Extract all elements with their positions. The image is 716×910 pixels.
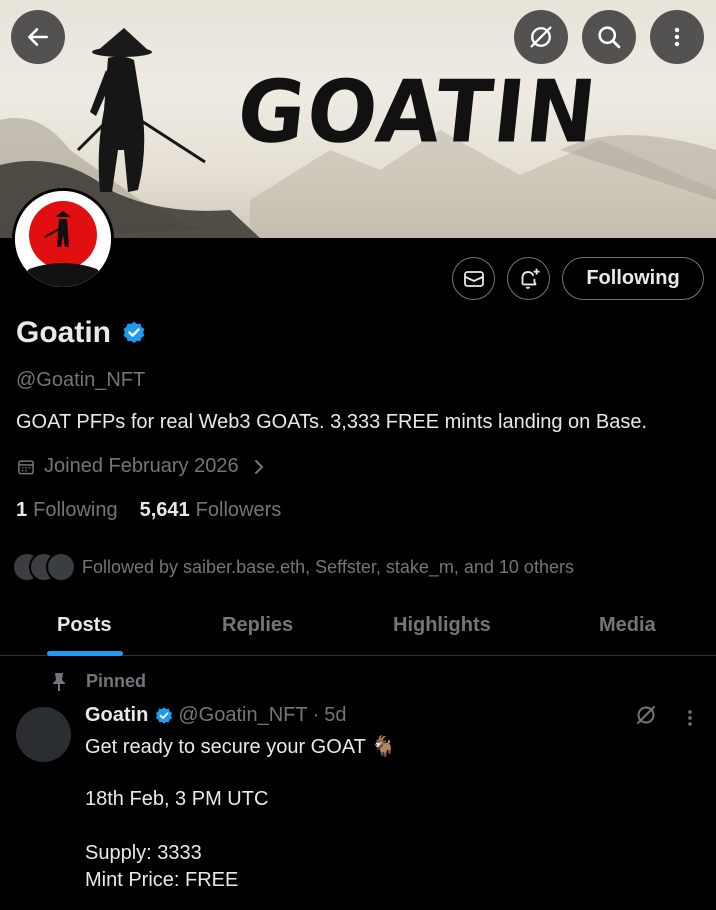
post-text-line: Get ready to secure your GOAT 🐐: [85, 736, 396, 758]
profile-bio: GOAT PFPs for real Web3 GOATs. 3,333 FRE…: [16, 411, 648, 433]
calendar-icon: [16, 457, 36, 477]
bell-plus-icon: [521, 268, 540, 289]
message-button[interactable]: [452, 257, 495, 300]
grok-button[interactable]: [514, 10, 568, 64]
followers-stat[interactable]: 5,641 Followers: [140, 499, 282, 522]
following-label: Following: [33, 499, 118, 521]
following-button[interactable]: Following: [562, 257, 704, 300]
post-author-handle[interactable]: @Goatin_NFT: [178, 704, 307, 727]
tab-posts[interactable]: Posts: [57, 614, 111, 637]
post-text-line: Mint Price: FREE: [85, 869, 239, 891]
joined-date: Joined February 2026: [44, 455, 239, 477]
verified-badge-icon[interactable]: [121, 320, 147, 346]
avatar: [46, 552, 76, 582]
followers-count: 5,641: [139, 499, 190, 521]
avatar-image: [15, 191, 111, 287]
search-icon: [598, 26, 621, 49]
chevron-right-icon: [251, 457, 267, 477]
banner-title: GOATIN: [232, 62, 603, 163]
pin-icon: [50, 672, 68, 692]
grok-icon: [530, 26, 552, 48]
post-author-avatar[interactable]: [16, 707, 71, 762]
more-vertical-icon: [674, 27, 680, 47]
profile-handle: @Goatin_NFT: [16, 369, 146, 391]
profile-name: Goatin: [16, 316, 111, 349]
post-author-name[interactable]: Goatin: [85, 704, 148, 727]
pinned-label-row: Pinned: [50, 671, 146, 692]
post-timestamp[interactable]: 5d: [324, 704, 346, 727]
profile-avatar[interactable]: [12, 188, 114, 290]
follower-avatars: [12, 552, 76, 582]
post-text-line: 18th Feb, 3 PM UTC: [85, 788, 269, 810]
search-button[interactable]: [582, 10, 636, 64]
post-header: Goatin @Goatin_NFT · 5d: [85, 704, 347, 727]
profile-stats: 1 Following 5,641 Followers: [16, 499, 303, 522]
post-grok-button[interactable]: [634, 703, 658, 727]
profile-tabs: Posts Replies Highlights Media: [0, 600, 716, 656]
pinned-label: Pinned: [86, 671, 147, 691]
verified-badge-icon: [154, 706, 174, 726]
post-text-line: Supply: 3333: [85, 842, 202, 864]
followed-by-text: Followed by saiber.base.eth, Seffster, s…: [82, 556, 574, 577]
grok-icon: [637, 706, 655, 724]
arrow-left-icon: [28, 28, 48, 46]
following-stat[interactable]: 1 Following: [16, 499, 118, 522]
active-tab-indicator: [47, 651, 123, 656]
tab-media[interactable]: Media: [599, 614, 656, 637]
followed-by-row[interactable]: Followed by saiber.base.eth, Seffster, s…: [12, 552, 574, 582]
separator-dot: ·: [312, 704, 320, 726]
profile-name-row: Goatin: [16, 316, 147, 350]
envelope-icon: [463, 270, 484, 287]
more-options-button[interactable]: [650, 10, 704, 64]
followers-label: Followers: [195, 499, 282, 521]
back-button[interactable]: [11, 10, 65, 64]
following-count: 1: [16, 499, 28, 521]
notifications-button[interactable]: [507, 257, 550, 300]
tab-highlights[interactable]: Highlights: [393, 614, 491, 637]
post-more-button[interactable]: [682, 706, 698, 730]
joined-date-row[interactable]: Joined February 2026: [16, 455, 267, 478]
more-vertical-icon: [688, 710, 692, 726]
tab-replies[interactable]: Replies: [222, 614, 293, 637]
